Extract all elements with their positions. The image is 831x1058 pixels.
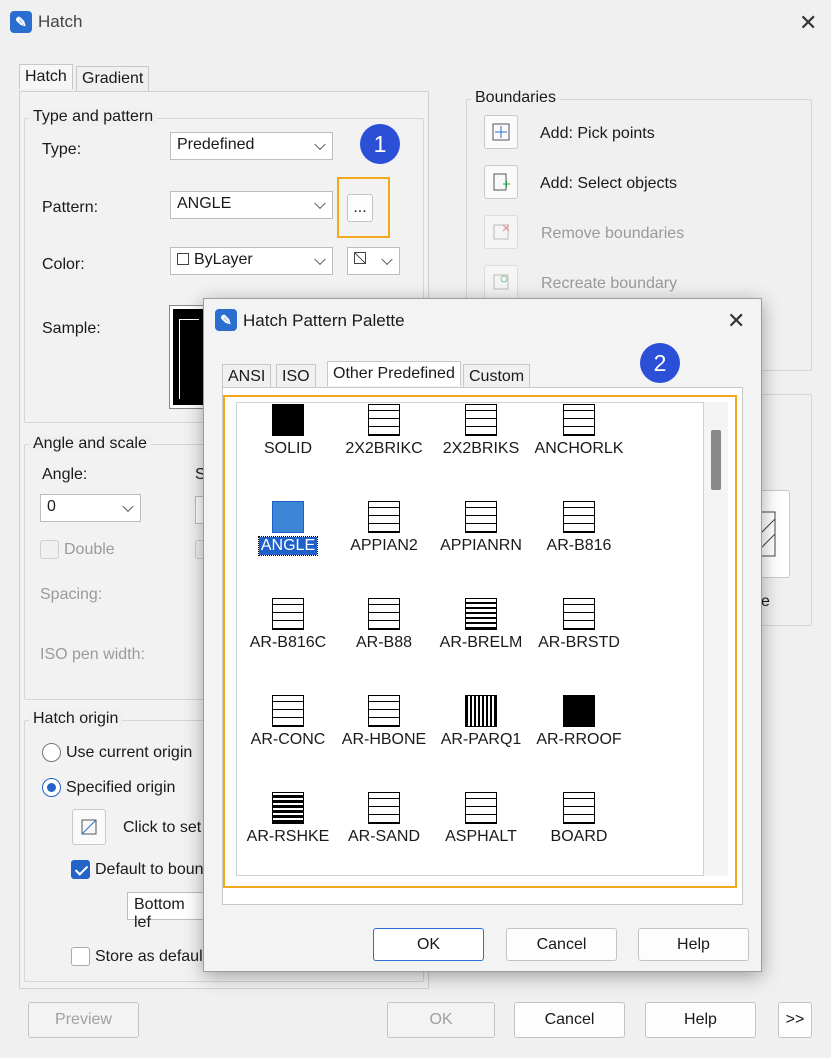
store-as-default-checkbox[interactable]	[71, 947, 90, 966]
chevron-down-icon	[314, 138, 326, 151]
highlight-pattern-list	[223, 395, 737, 888]
more-options-button[interactable]: >>	[778, 1002, 812, 1038]
sample-pattern-lines	[179, 319, 199, 399]
chevron-down-icon	[314, 197, 326, 210]
angle-dropdown[interactable]: 0	[40, 494, 141, 522]
double-checkbox[interactable]	[40, 540, 59, 559]
type-pattern-title: Type and pattern	[29, 108, 158, 126]
inherit-properties-label: e	[761, 593, 770, 610]
select-objects-label[interactable]: Add: Select objects	[540, 175, 677, 193]
boundaries-title: Boundaries	[471, 89, 560, 107]
palette-close-icon[interactable]: ✕	[727, 308, 745, 334]
select-objects-button[interactable]	[484, 165, 518, 199]
palette-cancel-button[interactable]: Cancel	[506, 928, 617, 961]
tab-hatch[interactable]: Hatch	[19, 64, 73, 89]
palette-help-button[interactable]: Help	[638, 928, 749, 961]
tab-iso[interactable]: ISO	[276, 364, 316, 389]
color-label: Color:	[42, 256, 85, 273]
use-current-origin-radio[interactable]	[42, 743, 61, 762]
chevron-down-icon	[122, 500, 134, 513]
palette-app-icon: ✎	[215, 309, 237, 331]
recreate-boundary-label: Recreate boundary	[541, 275, 678, 292]
tab-custom[interactable]: Custom	[463, 364, 531, 389]
background-color-dropdown[interactable]	[347, 247, 400, 275]
specified-origin-radio[interactable]	[42, 778, 61, 797]
pick-points-icon	[492, 123, 510, 141]
help-button[interactable]: Help	[645, 1002, 756, 1038]
tab-other-predefined[interactable]: Other Predefined	[327, 361, 461, 386]
palette-title: Hatch Pattern Palette	[243, 311, 405, 330]
window-title: Hatch	[38, 12, 83, 31]
pick-points-label[interactable]: Add: Pick points	[540, 125, 655, 143]
close-icon[interactable]: ✕	[799, 10, 817, 36]
angle-scale-title: Angle and scale	[29, 435, 151, 453]
angle-label: Angle:	[42, 466, 88, 483]
ok-button[interactable]: OK	[387, 1002, 495, 1038]
remove-boundaries-label: Remove boundaries	[541, 225, 685, 242]
app-icon: ✎	[10, 11, 32, 33]
palette-ok-button[interactable]: OK	[373, 928, 484, 961]
preview-button[interactable]: Preview	[28, 1002, 139, 1038]
default-to-boundary-label: Default to boun	[95, 861, 204, 878]
recreate-boundary-icon	[493, 274, 509, 290]
use-current-origin-label: Use current origin	[66, 744, 193, 761]
type-value: Predefined	[177, 136, 255, 153]
specified-origin-label: Specified origin	[66, 779, 176, 796]
set-origin-icon	[81, 819, 97, 835]
recreate-boundary-button[interactable]	[484, 265, 518, 299]
tab-ansi[interactable]: ANSI	[222, 364, 272, 389]
step-badge-1: 1	[360, 124, 400, 164]
click-to-set-label: Click to set	[123, 819, 202, 836]
pattern-dropdown[interactable]: ANGLE	[170, 191, 333, 219]
cancel-button[interactable]: Cancel	[514, 1002, 625, 1038]
color-swatch	[177, 253, 189, 265]
double-label: Double	[64, 541, 115, 558]
remove-boundaries-button[interactable]	[484, 215, 518, 249]
step-badge-2: 2	[640, 343, 680, 383]
store-as-default-label: Store as defaul	[95, 948, 203, 965]
no-fill-icon	[354, 252, 366, 264]
angle-value: 0	[47, 498, 56, 515]
chevron-down-icon	[314, 253, 326, 266]
iso-pen-width-label: ISO pen width:	[40, 646, 145, 663]
chevron-down-icon	[381, 253, 393, 266]
sample-label: Sample:	[42, 320, 101, 337]
pattern-value: ANGLE	[177, 195, 232, 212]
remove-boundaries-icon	[493, 224, 510, 240]
hatch-origin-title: Hatch origin	[29, 710, 123, 728]
color-dropdown[interactable]: ByLayer	[170, 247, 333, 275]
pick-points-button[interactable]	[484, 115, 518, 149]
default-to-boundary-checkbox[interactable]	[71, 860, 90, 879]
boundary-position-dropdown[interactable]: Bottom lef	[127, 892, 207, 931]
highlight-browse	[337, 177, 390, 238]
color-value: ByLayer	[194, 251, 253, 268]
tab-gradient[interactable]: Gradient	[76, 66, 150, 91]
spacing-label: Spacing:	[40, 586, 103, 603]
type-dropdown[interactable]: Predefined	[170, 132, 333, 160]
select-objects-icon	[493, 173, 510, 191]
pattern-label: Pattern:	[42, 199, 99, 216]
type-label: Type:	[42, 141, 82, 158]
set-origin-button[interactable]	[72, 809, 106, 845]
